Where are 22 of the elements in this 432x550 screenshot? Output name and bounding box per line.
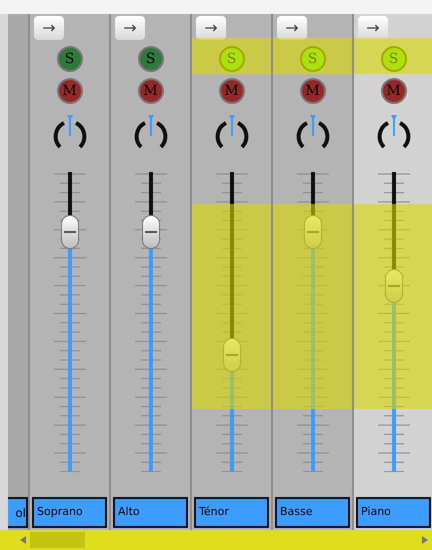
scrollbar-thumb[interactable]: [30, 532, 85, 548]
route-button[interactable]: →: [34, 16, 64, 40]
fader-handle[interactable]: [222, 338, 240, 372]
scroll-right-icon[interactable]: [422, 536, 428, 544]
solo-button[interactable]: S: [138, 46, 164, 72]
channel-name[interactable]: Basse: [275, 497, 350, 528]
channel-name[interactable]: Ténor: [194, 497, 269, 528]
fader-handle[interactable]: [384, 269, 402, 303]
horizontal-scrollbar[interactable]: [0, 530, 432, 550]
scroll-left-icon[interactable]: [20, 536, 26, 544]
fader-handle[interactable]: [304, 215, 322, 249]
channel-name[interactable]: Piano: [356, 497, 431, 528]
fader-handle[interactable]: [60, 215, 78, 249]
channel-name[interactable]: Soprano: [32, 497, 107, 528]
solo-button[interactable]: S: [56, 46, 82, 72]
channel-name[interactable]: ol: [8, 497, 28, 528]
route-button[interactable]: →: [358, 16, 388, 40]
route-button[interactable]: →: [196, 16, 226, 40]
channel-name[interactable]: Alto: [113, 497, 188, 528]
fader-handle[interactable]: [142, 215, 160, 249]
route-button[interactable]: →: [277, 16, 307, 40]
route-button[interactable]: →: [115, 16, 145, 40]
